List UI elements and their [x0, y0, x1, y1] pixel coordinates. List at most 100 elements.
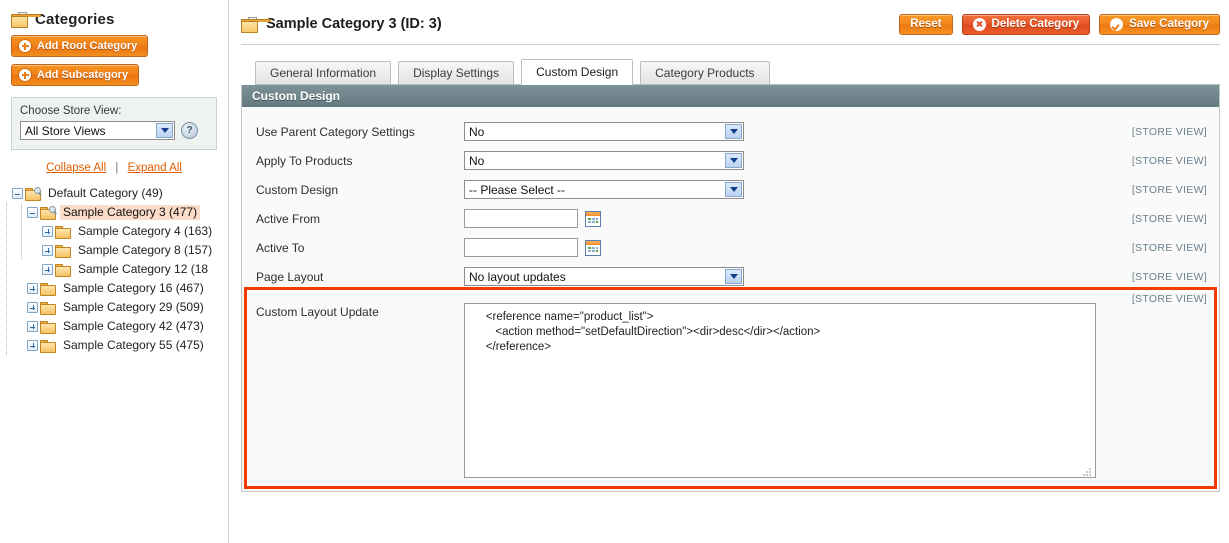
- field-label: Active From: [256, 211, 321, 226]
- store-view-selector-box: Choose Store View: All Store Views ?: [11, 97, 217, 150]
- select-value: -- Please Select --: [469, 182, 566, 197]
- collapse-all-link[interactable]: Collapse All: [46, 162, 106, 174]
- panel-title: Custom Design: [242, 85, 1219, 107]
- field-control: -- Please Select --: [464, 180, 744, 199]
- tree-node-label: Default Category (49): [48, 186, 163, 200]
- add-subcategory-button[interactable]: Add Subcategory: [11, 64, 140, 86]
- tree-node[interactable]: Sample Category 8 (157): [12, 241, 228, 260]
- tab-custom-design[interactable]: Custom Design: [521, 59, 634, 85]
- tree-guide-line: [6, 203, 7, 355]
- input-active-from[interactable]: [464, 209, 578, 228]
- store-view-select[interactable]: All Store Views: [20, 121, 175, 140]
- tab-general-information[interactable]: General Information: [255, 61, 392, 85]
- expand-node-icon[interactable]: [27, 283, 38, 294]
- main-content: Sample Category 3 (ID: 3) Reset Delete C…: [229, 0, 1229, 543]
- page-header: Sample Category 3 (ID: 3) Reset Delete C…: [229, 0, 1229, 40]
- field-label: Custom Design: [256, 182, 339, 197]
- resize-grip-icon[interactable]: [1083, 468, 1092, 477]
- expand-node-icon[interactable]: [27, 340, 38, 351]
- field-control: No: [464, 151, 744, 170]
- categories-sidebar: Categories Add Root Category Add Subcate…: [0, 0, 229, 543]
- folder-icon: [55, 225, 71, 239]
- tree-node-label: Sample Category 12 (18: [78, 262, 209, 276]
- custom-layout-update-row: Custom Layout Update [STORE VIEW]: [242, 291, 1219, 481]
- custom-layout-update-textarea[interactable]: [464, 303, 1096, 478]
- calendar-icon[interactable]: [585, 239, 601, 256]
- chevron-down-icon: [156, 123, 173, 138]
- custom-layout-update-label: Custom Layout Update: [256, 305, 379, 319]
- expand-node-icon[interactable]: [42, 264, 53, 275]
- scope-label: [STORE VIEW]: [1131, 241, 1207, 254]
- tab-display-settings[interactable]: Display Settings: [398, 61, 515, 85]
- tree-node[interactable]: Sample Category 12 (18: [12, 260, 228, 279]
- collapse-node-icon[interactable]: [12, 188, 23, 199]
- select-custom-design[interactable]: -- Please Select --: [464, 180, 744, 199]
- header-divider: [241, 44, 1220, 45]
- add-subcategory-label: Add Subcategory: [37, 69, 129, 81]
- scope-label: [STORE VIEW]: [1131, 293, 1207, 305]
- folder-icon: [40, 320, 56, 334]
- tree-toggle-links: Collapse All | Expand All: [0, 162, 228, 174]
- tree-node-label: Sample Category 4 (163): [78, 224, 213, 238]
- tree-node[interactable]: Default Category (49): [12, 184, 228, 203]
- field-label: Page Layout: [256, 269, 324, 284]
- add-root-category-button[interactable]: Add Root Category: [11, 35, 149, 57]
- form-row: Page Layout No layout updates [STORE VIEW]: [242, 262, 1219, 291]
- custom-layout-update-wrap: [464, 303, 1096, 481]
- field-label: Active To: [256, 240, 305, 255]
- tree-node[interactable]: Sample Category 29 (509): [12, 298, 228, 317]
- field-control: No: [464, 122, 744, 141]
- field-label: Apply To Products: [256, 153, 353, 168]
- field-control: [464, 209, 601, 228]
- categories-header: Categories: [0, 0, 228, 28]
- tab-category-products[interactable]: Category Products: [640, 61, 770, 85]
- form-row: Active From [STORE VIEW]: [242, 204, 1219, 233]
- help-icon[interactable]: ?: [181, 122, 198, 139]
- delete-x-icon: [972, 17, 986, 31]
- chevron-down-icon: [725, 124, 742, 139]
- select-value: No layout updates: [469, 269, 566, 284]
- plus-icon: [19, 40, 31, 52]
- folder-icon: [40, 339, 56, 353]
- expand-node-icon[interactable]: [42, 245, 53, 256]
- form-row: Active To [STORE VIEW]: [242, 233, 1219, 262]
- custom-design-panel: Custom Design Use Parent Category Settin…: [241, 85, 1220, 492]
- tree-node[interactable]: Sample Category 55 (475): [12, 336, 228, 355]
- reset-button[interactable]: Reset: [899, 13, 953, 35]
- reset-label: Reset: [910, 18, 942, 30]
- scope-label: [STORE VIEW]: [1131, 183, 1207, 196]
- scope-label: [STORE VIEW]: [1131, 270, 1207, 283]
- folder-icon: [55, 244, 71, 258]
- delete-category-button[interactable]: Delete Category: [961, 13, 1091, 35]
- expand-node-icon[interactable]: [27, 321, 38, 332]
- collapse-node-icon[interactable]: [27, 207, 38, 218]
- category-tree: Default Category (49) Sample Category 3 (…: [0, 184, 228, 355]
- field-control: No layout updates: [464, 267, 744, 286]
- tree-node[interactable]: Sample Category 16 (467): [12, 279, 228, 298]
- tab-bar-rule: [255, 84, 1220, 85]
- input-active-to[interactable]: [464, 238, 578, 257]
- expand-node-icon[interactable]: [42, 226, 53, 237]
- header-actions: Reset Delete Category Save Category: [899, 13, 1220, 35]
- select-page-layout[interactable]: No layout updates: [464, 267, 744, 286]
- expand-node-icon[interactable]: [27, 302, 38, 313]
- select-use-parent-category-settings[interactable]: No: [464, 122, 744, 141]
- folder-icon: [40, 301, 56, 315]
- page-title: Sample Category 3 (ID: 3): [266, 16, 442, 32]
- scope-label: [STORE VIEW]: [1131, 154, 1207, 167]
- calendar-icon[interactable]: [585, 210, 601, 227]
- tree-node[interactable]: Sample Category 3 (477): [12, 203, 228, 222]
- tree-node-label: Sample Category 29 (509): [63, 300, 204, 314]
- chevron-down-icon: [725, 269, 742, 284]
- plus-icon: [19, 69, 31, 81]
- folder-search-icon: [25, 187, 42, 201]
- tree-node-label: Sample Category 16 (467): [63, 281, 204, 295]
- save-category-button[interactable]: Save Category: [1099, 13, 1220, 35]
- select-apply-to-products[interactable]: No: [464, 151, 744, 170]
- tree-node[interactable]: Sample Category 4 (163): [12, 222, 228, 241]
- tree-node[interactable]: Sample Category 42 (473): [12, 317, 228, 336]
- expand-all-link[interactable]: Expand All: [128, 162, 182, 174]
- select-value: No: [469, 153, 485, 168]
- save-category-label: Save Category: [1129, 18, 1209, 30]
- link-separator: |: [115, 162, 119, 174]
